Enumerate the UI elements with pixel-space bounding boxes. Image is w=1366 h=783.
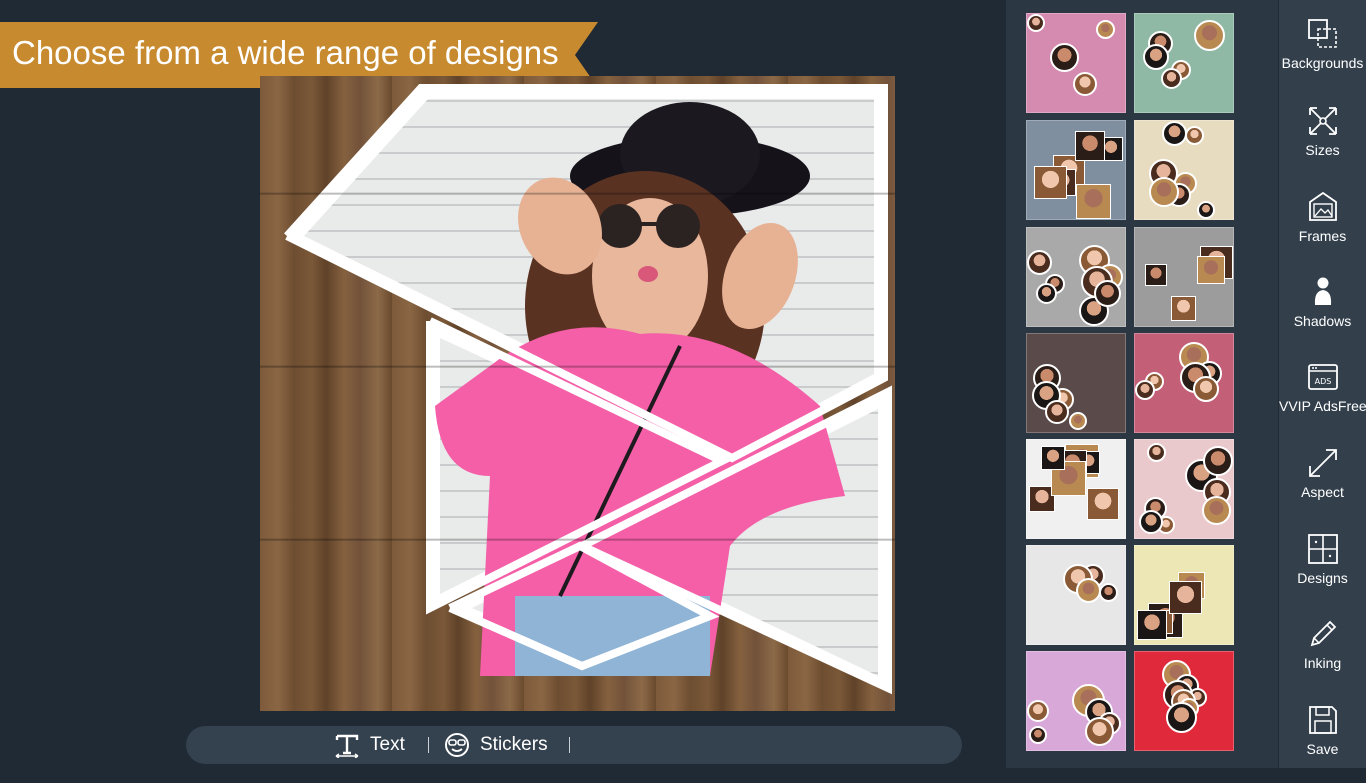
thumbnail-photo <box>1036 283 1057 304</box>
sidebar-label: Inking <box>1303 655 1342 671</box>
sidebar-item-save[interactable]: Save <box>1279 703 1366 783</box>
design-thumbnail[interactable] <box>1026 651 1126 751</box>
thumbnail-photo <box>1139 510 1163 534</box>
thumbnail-photo <box>1075 131 1105 161</box>
design-thumbnail[interactable] <box>1134 333 1234 433</box>
design-thumbnail[interactable] <box>1026 120 1126 220</box>
text-button[interactable]: Text <box>334 726 405 764</box>
sidebar-label: Aspect <box>1301 484 1344 500</box>
ads-icon: ADS <box>1307 364 1338 390</box>
thumbnail-photo <box>1143 44 1169 70</box>
design-thumbnail[interactable] <box>1134 120 1234 220</box>
sticker-face-icon <box>445 733 469 757</box>
thumbnail-photo <box>1029 726 1047 744</box>
aspect-icon <box>1308 449 1337 477</box>
backgrounds-icon <box>1307 19 1337 48</box>
thumbnail-photo <box>1145 264 1167 286</box>
thumbnail-photo <box>1137 610 1167 640</box>
sidebar-label: Shadows <box>1293 313 1352 329</box>
design-thumbnail[interactable] <box>1026 333 1126 433</box>
designs-panel <box>1006 0 1278 768</box>
thumbnail-photo <box>1050 43 1079 72</box>
toolbar-divider <box>569 737 570 753</box>
design-thumbnail[interactable] <box>1134 13 1234 113</box>
thumbnail-photo <box>1045 400 1069 424</box>
collage-frames <box>284 84 892 695</box>
sidebar-label: Backgrounds <box>1281 55 1364 71</box>
sidebar-label: Save <box>1306 741 1339 757</box>
frames-icon <box>1308 191 1337 221</box>
thumbnail-photo <box>1073 72 1097 96</box>
toolbar-divider <box>428 737 429 753</box>
thumbnail-photo <box>1197 201 1215 219</box>
thumbnail-photo <box>1085 717 1114 746</box>
thumbnail-photo <box>1197 256 1225 284</box>
sidebar-label: Frames <box>1298 228 1347 244</box>
thumbnail-photo <box>1027 14 1045 32</box>
thumbnail-photo <box>1169 581 1202 614</box>
text-icon <box>335 734 359 758</box>
thumbnail-photo <box>1076 578 1101 603</box>
pencil-icon <box>1310 620 1336 647</box>
thumbnail-photo <box>1193 376 1219 402</box>
thumbnail-photo <box>1027 700 1049 722</box>
stickers-button[interactable]: Stickers <box>444 726 548 764</box>
thumbnail-photo <box>1041 446 1065 470</box>
design-thumbnail[interactable] <box>1134 545 1234 645</box>
thumbnail-photo <box>1149 177 1179 207</box>
design-thumbnail[interactable] <box>1026 13 1126 113</box>
stickers-button-label: Stickers <box>480 734 548 755</box>
collage-canvas[interactable] <box>260 76 895 711</box>
bottom-toolbar: Text Stickers <box>186 726 962 764</box>
thumbnail-photo <box>1069 412 1087 430</box>
design-thumbnail[interactable] <box>1026 545 1126 645</box>
thumbnail-photo <box>1162 121 1187 146</box>
design-thumbnail[interactable] <box>1026 227 1126 327</box>
thumbnail-photo <box>1135 380 1155 400</box>
sidebar-item-shadows[interactable]: Shadows <box>1279 275 1366 355</box>
sidebar-item-frames[interactable]: Frames <box>1279 190 1366 270</box>
thumbnail-photo <box>1185 126 1204 145</box>
sizes-icon <box>1308 107 1337 135</box>
thumbnail-photo <box>1034 166 1067 199</box>
design-thumbnail[interactable] <box>1026 439 1126 539</box>
design-thumbnail[interactable] <box>1134 651 1234 751</box>
thumbnail-photo <box>1147 443 1166 462</box>
sidebar-label: Sizes <box>1305 142 1340 158</box>
thumbnail-photo <box>1171 296 1196 321</box>
shadows-icon <box>1314 277 1331 305</box>
design-thumbnail[interactable] <box>1134 439 1234 539</box>
thumbnail-photo <box>1027 250 1052 275</box>
sidebar-label: Designs <box>1297 570 1348 586</box>
sidebar-item-designs[interactable]: Designs <box>1279 532 1366 612</box>
thumbnail-photo <box>1202 496 1231 525</box>
design-thumbnail[interactable] <box>1134 227 1234 327</box>
right-sidebar: Backgrounds Sizes Frames Shadows ADS VVI… <box>1279 0 1366 768</box>
designs-icon <box>1307 534 1338 564</box>
banner-title: Choose from a wide range of designs <box>12 34 559 71</box>
thumbnail-photo <box>1194 20 1225 51</box>
text-button-label: Text <box>370 734 405 755</box>
svg-text:ADS: ADS <box>1314 377 1331 386</box>
sidebar-item-aspect[interactable]: Aspect <box>1279 446 1366 526</box>
sidebar-item-backgrounds[interactable]: Backgrounds <box>1279 17 1366 97</box>
thumbnail-photo <box>1203 446 1233 476</box>
thumbnail-photo <box>1094 280 1121 307</box>
thumbnail-photo <box>1099 583 1118 602</box>
thumbnail-photo <box>1076 184 1111 219</box>
sidebar-item-inking[interactable]: Inking <box>1279 617 1366 697</box>
save-icon <box>1308 706 1337 734</box>
thumbnail-photo <box>1096 20 1115 39</box>
sidebar-item-sizes[interactable]: Sizes <box>1279 104 1366 184</box>
thumbnail-photo <box>1161 68 1182 89</box>
thumbnail-photo <box>1087 488 1119 520</box>
sidebar-label: VVIP AdsFree <box>1279 398 1366 414</box>
sidebar-item-vvip-adsfree[interactable]: ADS VVIP AdsFree <box>1279 360 1366 440</box>
thumbnail-photo <box>1166 702 1197 733</box>
